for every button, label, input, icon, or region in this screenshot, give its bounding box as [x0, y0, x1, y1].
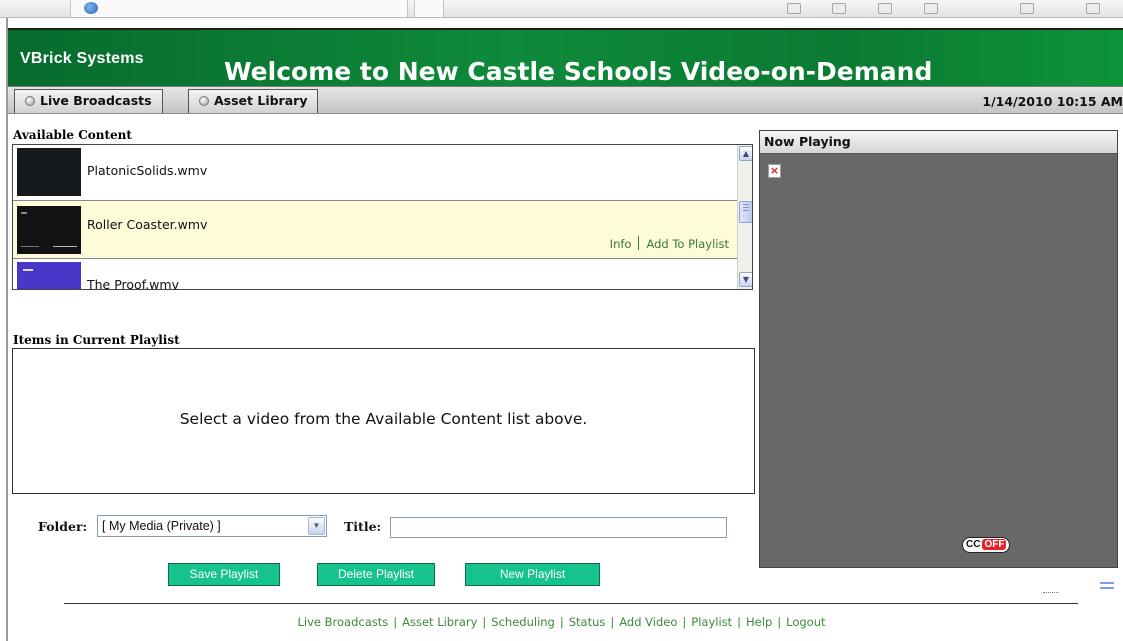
row-actions: Info Add To Playlist [610, 236, 729, 251]
list-item[interactable]: PlatonicSolids.wmv [13, 145, 737, 201]
now-playing-label: Now Playing [760, 131, 1117, 154]
available-content-label: Available Content [13, 128, 132, 142]
globe-icon [84, 2, 98, 14]
new-tab-button[interactable] [414, 0, 444, 17]
browser-tab[interactable] [70, 0, 408, 17]
footer-divider [64, 603, 1078, 604]
footer-link-help[interactable]: Help [746, 615, 772, 629]
footer-link-asset-library[interactable]: Asset Library [402, 615, 477, 629]
save-playlist-button[interactable]: Save Playlist [168, 563, 280, 586]
info-link[interactable]: Info [610, 237, 632, 251]
video-thumbnail[interactable] [17, 148, 81, 196]
chevron-down-icon[interactable]: ▼ [308, 517, 325, 535]
chevron-down-icon[interactable]: ▼ [739, 272, 752, 287]
footer-link-status[interactable]: Status [569, 615, 606, 629]
delete-playlist-button[interactable]: Delete Playlist [317, 563, 435, 586]
now-playing-panel: Now Playing × CC OFF [759, 130, 1118, 568]
footer-link-playlist[interactable]: Playlist [691, 615, 732, 629]
chevron-up-icon[interactable]: ▲ [739, 146, 752, 161]
tab-label: Asset Library [214, 93, 308, 108]
feeds-icon[interactable] [832, 3, 846, 14]
tab-live-broadcasts[interactable]: Live Broadcasts [14, 89, 163, 113]
radio-dot-icon [25, 96, 35, 106]
available-content-list: PlatonicSolids.wmv Roller Coaster.wmv In… [12, 144, 753, 290]
print-icon[interactable] [878, 3, 892, 14]
cc-state: OFF [982, 539, 1007, 550]
signature-icon [1043, 587, 1059, 593]
browser-chrome [0, 0, 1123, 18]
video-title[interactable]: Roller Coaster.wmv [87, 217, 207, 232]
nav-bar: Live Broadcasts Asset Library 1/14/2010 … [8, 86, 1123, 114]
help-icon[interactable] [1086, 3, 1100, 14]
footer-link-add-video[interactable]: Add Video [619, 615, 677, 629]
video-thumbnail[interactable] [17, 262, 81, 289]
site-header: VBrick Systems Welcome to New Castle Sch… [8, 28, 1123, 86]
list-item[interactable]: The Proof.wmv [13, 259, 737, 289]
broken-image-icon: × [768, 164, 781, 178]
playlist-empty-message: Select a video from the Available Conten… [179, 410, 588, 428]
add-to-playlist-link[interactable]: Add To Playlist [646, 237, 729, 251]
footer-links: Live Broadcasts | Asset Library | Scheduling… [297, 615, 826, 629]
folder-select[interactable]: [ My Media (Private) ] ▼ [97, 515, 327, 537]
video-title[interactable]: PlatonicSolids.wmv [87, 163, 207, 178]
page-title: Welcome to New Castle Schools Video-on-D… [224, 57, 933, 86]
footer-link-logout[interactable]: Logout [786, 615, 825, 629]
tab-asset-library[interactable]: Asset Library [188, 89, 319, 113]
tools-icon[interactable] [1020, 3, 1034, 14]
current-playlist-box: Select a video from the Available Conten… [12, 348, 755, 494]
new-playlist-button[interactable]: New Playlist [465, 563, 600, 586]
radio-dot-icon [199, 96, 209, 106]
scroll-thumb[interactable] [739, 201, 752, 223]
playlist-label: Items in Current Playlist [13, 333, 180, 347]
link-separator [638, 236, 640, 250]
footer-link-live-broadcasts[interactable]: Live Broadcasts [297, 615, 388, 629]
menu-lines-icon[interactable] [1100, 582, 1114, 592]
title-label: Title: [344, 519, 382, 534]
list-scrollbar[interactable]: ▲ ▼ [737, 145, 752, 289]
list-item-selected[interactable]: Roller Coaster.wmv Info Add To Playlist [13, 201, 737, 259]
video-thumbnail[interactable] [17, 206, 81, 254]
vendor-name: VBrick Systems [20, 50, 144, 67]
closed-caption-toggle[interactable]: CC OFF [962, 537, 1011, 553]
home-icon[interactable] [787, 3, 801, 14]
cc-label: CC [966, 539, 981, 550]
footer-link-scheduling[interactable]: Scheduling [491, 615, 555, 629]
tab-label: Live Broadcasts [40, 93, 152, 108]
title-input[interactable] [390, 517, 727, 538]
video-title[interactable]: The Proof.wmv [87, 277, 179, 289]
folder-label: Folder: [38, 519, 88, 534]
current-datetime: 1/14/2010 10:15 AM [982, 94, 1123, 109]
page-icon[interactable] [924, 3, 938, 14]
folder-select-value: [ My Media (Private) ] [102, 519, 221, 533]
